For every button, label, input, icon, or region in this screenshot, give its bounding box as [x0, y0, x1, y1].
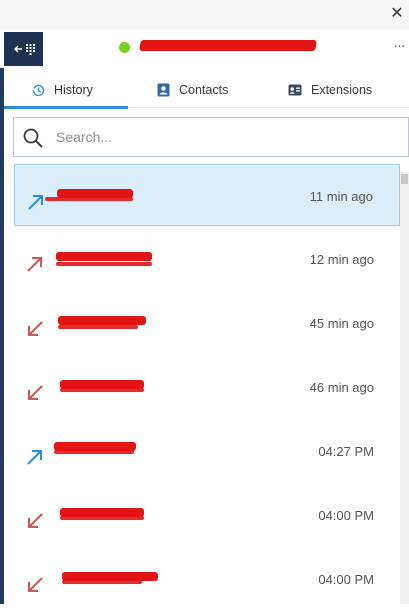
history-row[interactable]: 04:00 PM — [14, 548, 400, 610]
presence-status-dot — [119, 42, 130, 53]
outgoing-call-icon — [27, 450, 42, 465]
header: ··· — [0, 30, 409, 68]
search-input[interactable] — [54, 126, 354, 148]
dialpad-icon — [25, 43, 35, 55]
tab-contacts[interactable]: Contacts — [157, 72, 228, 108]
scrollbar[interactable] — [400, 172, 409, 604]
history-row[interactable]: 04:27 PM — [14, 420, 400, 482]
missed-incoming-call-icon — [28, 321, 43, 336]
redacted-contact-name-mark — [45, 197, 133, 201]
tab-contacts-label: Contacts — [179, 83, 229, 97]
redacted-contact-name-mark — [60, 388, 144, 392]
back-arrow-icon — [13, 45, 22, 53]
redacted-user-name — [139, 40, 317, 51]
window-titlebar — [0, 0, 409, 30]
call-time: 46 min ago — [309, 380, 374, 395]
tab-history[interactable]: History — [32, 72, 93, 108]
extensions-icon — [288, 84, 302, 96]
call-time: 11 min ago — [309, 189, 373, 204]
missed-outgoing-call-icon — [27, 257, 42, 272]
call-history-list: 11 min ago 12 min ago 45 min ago 46 min … — [14, 164, 400, 604]
redacted-contact-name — [58, 316, 146, 325]
history-row[interactable]: 11 min ago — [14, 164, 400, 226]
history-row[interactable]: 46 min ago — [14, 356, 400, 418]
missed-incoming-call-icon — [28, 577, 43, 592]
call-time: 04:27 PM — [318, 444, 374, 459]
call-time: 45 min ago — [309, 316, 374, 331]
history-row[interactable]: 04:00 PM — [14, 484, 400, 546]
missed-incoming-call-icon — [28, 513, 43, 528]
redacted-contact-name — [56, 252, 152, 261]
redacted-contact-name-mark — [60, 516, 144, 520]
history-row[interactable]: 12 min ago — [14, 228, 400, 290]
search-icon — [23, 128, 43, 148]
close-icon[interactable]: ✕ — [389, 6, 405, 22]
redacted-contact-name-mark — [56, 262, 152, 266]
more-options-icon[interactable]: ··· — [391, 38, 407, 52]
tab-extensions-label: Extensions — [311, 83, 373, 97]
active-tab-indicator — [4, 106, 128, 109]
outgoing-call-icon — [28, 195, 43, 210]
history-icon — [32, 84, 45, 96]
contacts-icon — [157, 83, 170, 97]
scrollbar-thumb[interactable] — [401, 174, 408, 184]
missed-incoming-call-icon — [28, 385, 43, 400]
tab-bar: History Contacts Extensions — [4, 72, 409, 109]
tab-history-label: History — [54, 83, 93, 97]
call-time: 12 min ago — [309, 252, 374, 267]
call-time: 04:00 PM — [318, 572, 374, 587]
back-dialpad-button[interactable] — [4, 32, 43, 66]
history-row[interactable]: 45 min ago — [14, 292, 400, 354]
redacted-contact-name-mark — [54, 450, 134, 454]
call-time: 04:00 PM — [318, 508, 374, 523]
tab-extensions[interactable]: Extensions — [288, 72, 372, 108]
redacted-contact-name-mark — [62, 580, 142, 584]
search-box[interactable] — [13, 117, 409, 157]
left-rail — [0, 30, 4, 604]
redacted-contact-name-mark — [58, 325, 138, 329]
